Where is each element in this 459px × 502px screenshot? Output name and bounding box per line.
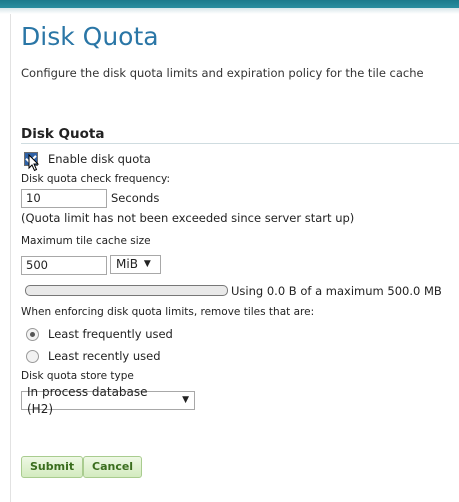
quota-usage-text: Using 0.0 B of a maximum 500.0 MB	[231, 284, 442, 298]
policy-label: When enforcing disk quota limits, remove…	[21, 306, 315, 318]
main-content: Disk Quota Configure the disk quota limi…	[21, 0, 459, 502]
check-frequency-unit: Seconds	[111, 191, 160, 205]
policy-radio-lru[interactable]	[26, 349, 39, 363]
store-type-value: In process database (H2)	[27, 384, 148, 416]
mouse-cursor-icon	[28, 154, 40, 172]
max-size-unit-value: MiB	[116, 257, 138, 271]
policy-label-lru: Least recently used	[48, 349, 161, 363]
quota-usage-bar	[25, 285, 228, 296]
enable-quota-row: Enable disk quota	[21, 151, 151, 172]
policy-option-lru[interactable]: Least recently used	[21, 349, 161, 363]
check-frequency-input[interactable]: 10	[21, 189, 107, 208]
max-size-label: Maximum tile cache size	[21, 235, 151, 247]
store-type-label: Disk quota store type	[21, 370, 134, 382]
dropdown-caret-icon: ▼	[182, 395, 189, 405]
left-border	[10, 14, 11, 502]
section-divider	[21, 143, 459, 144]
store-type-select[interactable]: In process database (H2) ▼	[21, 385, 195, 416]
quota-status-message: (Quota limit has not been exceeded since…	[21, 211, 355, 225]
section-heading: Disk Quota	[21, 126, 105, 142]
cancel-button[interactable]: Cancel	[83, 456, 143, 478]
policy-option-lfu[interactable]: Least frequently used	[21, 327, 173, 341]
max-size-input[interactable]: 500	[21, 256, 107, 275]
max-size-unit-select[interactable]: MiB ▼	[110, 255, 161, 274]
policy-radio-lfu[interactable]	[26, 327, 39, 341]
page-title: Disk Quota	[21, 22, 159, 51]
enable-quota-label: Enable disk quota	[48, 152, 151, 166]
page-description: Configure the disk quota limits and expi…	[21, 66, 424, 80]
policy-label-lfu: Least frequently used	[48, 327, 173, 341]
dropdown-caret-icon: ▼	[143, 259, 151, 269]
submit-button[interactable]: Submit	[21, 456, 84, 478]
check-frequency-label: Disk quota check frequency:	[21, 173, 171, 185]
